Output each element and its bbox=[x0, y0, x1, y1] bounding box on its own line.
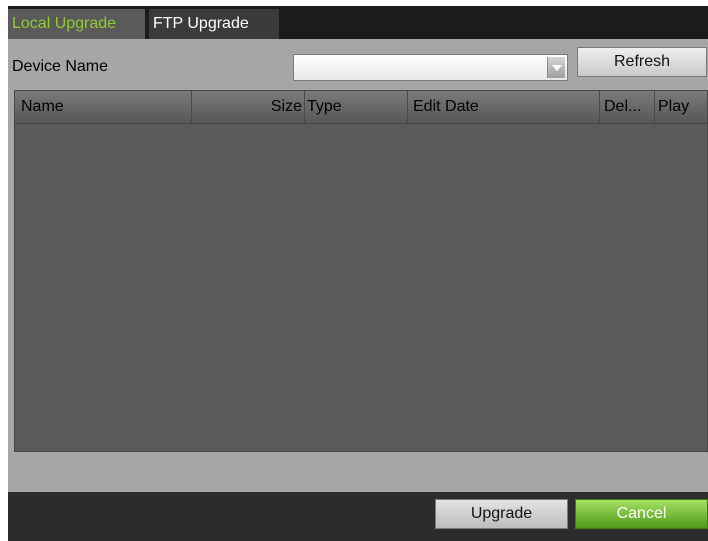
chevron-down-icon[interactable] bbox=[547, 57, 565, 78]
tab-local-upgrade[interactable]: Local Upgrade bbox=[8, 9, 145, 39]
device-name-label: Device Name bbox=[12, 58, 109, 75]
table-header: Name Size Type Edit Date Del... Play bbox=[15, 91, 707, 124]
upgrade-button[interactable]: Upgrade bbox=[435, 499, 568, 529]
file-table: Name Size Type Edit Date Del... Play bbox=[14, 90, 708, 452]
tab-ftp-upgrade[interactable]: FTP Upgrade bbox=[149, 9, 279, 39]
column-header-play[interactable]: Play bbox=[655, 91, 708, 123]
upgrade-window: Local Upgrade FTP Upgrade Device Name Na… bbox=[8, 6, 708, 541]
refresh-button[interactable]: Refresh bbox=[577, 47, 707, 77]
cancel-button[interactable]: Cancel bbox=[575, 499, 708, 529]
column-header-name[interactable]: Name bbox=[15, 91, 192, 123]
column-header-delete[interactable]: Del... bbox=[600, 91, 655, 123]
device-name-select[interactable] bbox=[293, 54, 568, 81]
tab-bar: Local Upgrade FTP Upgrade bbox=[8, 6, 708, 39]
column-header-type[interactable]: Type bbox=[305, 91, 408, 123]
column-header-edit-date[interactable]: Edit Date bbox=[408, 91, 600, 123]
column-header-size[interactable]: Size bbox=[192, 91, 305, 123]
table-body bbox=[15, 124, 707, 451]
